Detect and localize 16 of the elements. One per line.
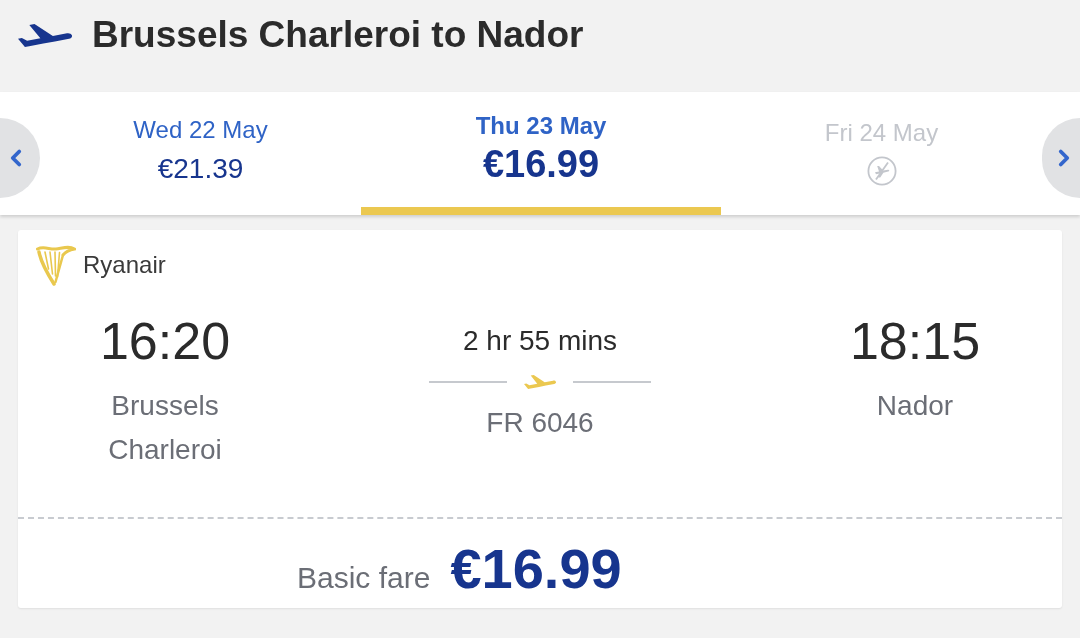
no-flight-icon bbox=[866, 156, 897, 186]
airplane-icon bbox=[18, 23, 72, 47]
flight-duration: 2 hr 55 mins bbox=[462, 324, 618, 358]
date-tab[interactable]: Thu 23 May €16.99 bbox=[361, 92, 721, 215]
airline-name: Ryanair bbox=[83, 250, 166, 280]
departure-time: 16:20 bbox=[99, 311, 231, 371]
fare-price: €16.99 bbox=[450, 539, 622, 599]
departure-airport: Brussels Charleroi bbox=[107, 389, 223, 467]
fare-label: Basic fare bbox=[297, 560, 431, 596]
date-tab[interactable]: Wed 22 May €21.39 bbox=[60, 92, 341, 215]
page-title: Brussels Charleroi to Nador bbox=[92, 14, 584, 56]
harp-logo-icon bbox=[36, 244, 76, 286]
flight-number: FR 6046 bbox=[486, 406, 594, 440]
arrival-time: 18:15 bbox=[849, 311, 981, 371]
airplane-icon bbox=[524, 375, 556, 389]
arrival-airport: Nador bbox=[875, 389, 955, 423]
